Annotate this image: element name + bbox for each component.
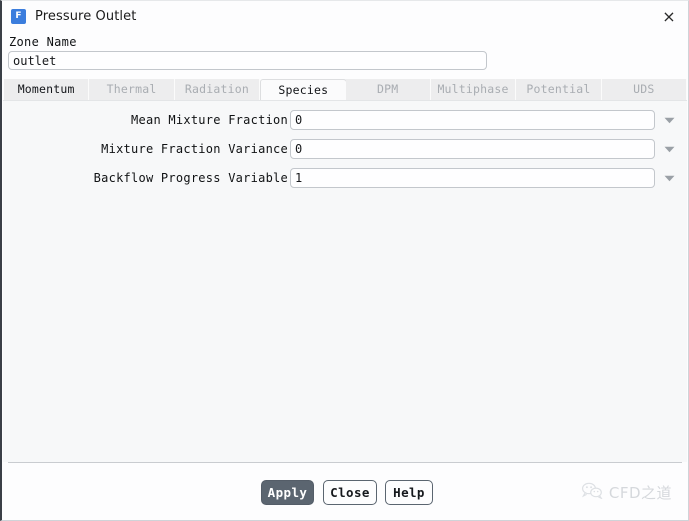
tab-dpm[interactable]: DPM (345, 79, 431, 100)
field-input[interactable] (290, 110, 655, 130)
fluent-icon: F (11, 9, 26, 24)
tab-potential[interactable]: Potential (516, 79, 602, 100)
field-input[interactable] (290, 168, 655, 188)
tab-uds[interactable]: UDS (601, 79, 687, 100)
tab-bar: Momentum Thermal Radiation Species DPM Multip… (4, 79, 687, 100)
field-label: Mean Mixture Fraction (131, 113, 288, 127)
zone-name-input[interactable] (8, 51, 487, 70)
wechat-logo-icon (581, 482, 603, 503)
watermark-text: CFD之道 (608, 484, 672, 502)
chevron-down-icon[interactable] (655, 146, 683, 153)
close-button[interactable]: Close (323, 480, 377, 505)
tab-thermal[interactable]: Thermal (89, 79, 175, 100)
watermark: CFD之道 (581, 482, 672, 503)
dialog-footer: Apply Close Help CFD之道 (2, 463, 688, 520)
field-input[interactable] (290, 139, 655, 159)
tab-radiation[interactable]: Radiation (174, 79, 261, 100)
form-row: Backflow Progress Variable (3, 167, 687, 189)
window-title: Pressure Outlet (35, 9, 137, 24)
form-row: Mixture Fraction Variance (3, 138, 687, 160)
apply-button[interactable]: Apply (261, 480, 314, 505)
help-button[interactable]: Help (385, 480, 433, 505)
tab-species[interactable]: Species (260, 79, 346, 100)
chevron-down-icon[interactable] (655, 117, 683, 124)
chevron-down-icon[interactable] (655, 175, 683, 182)
tab-multiphase[interactable]: Multiphase (430, 79, 517, 100)
close-icon[interactable]: × (656, 5, 682, 29)
species-panel: Mean Mixture Fraction Mixture Fraction Va… (3, 100, 687, 462)
title-bar: F Pressure Outlet × (2, 1, 688, 32)
pressure-outlet-dialog: F Pressure Outlet × Zone Name MomentumTh… (0, 0, 689, 521)
tab-momentum[interactable]: Momentum (4, 79, 90, 100)
zone-name-label: Zone Name (9, 35, 77, 49)
field-label: Backflow Progress Variable (93, 171, 288, 185)
field-label: Mixture Fraction Variance (101, 142, 288, 156)
form-row: Mean Mixture Fraction (3, 109, 687, 131)
